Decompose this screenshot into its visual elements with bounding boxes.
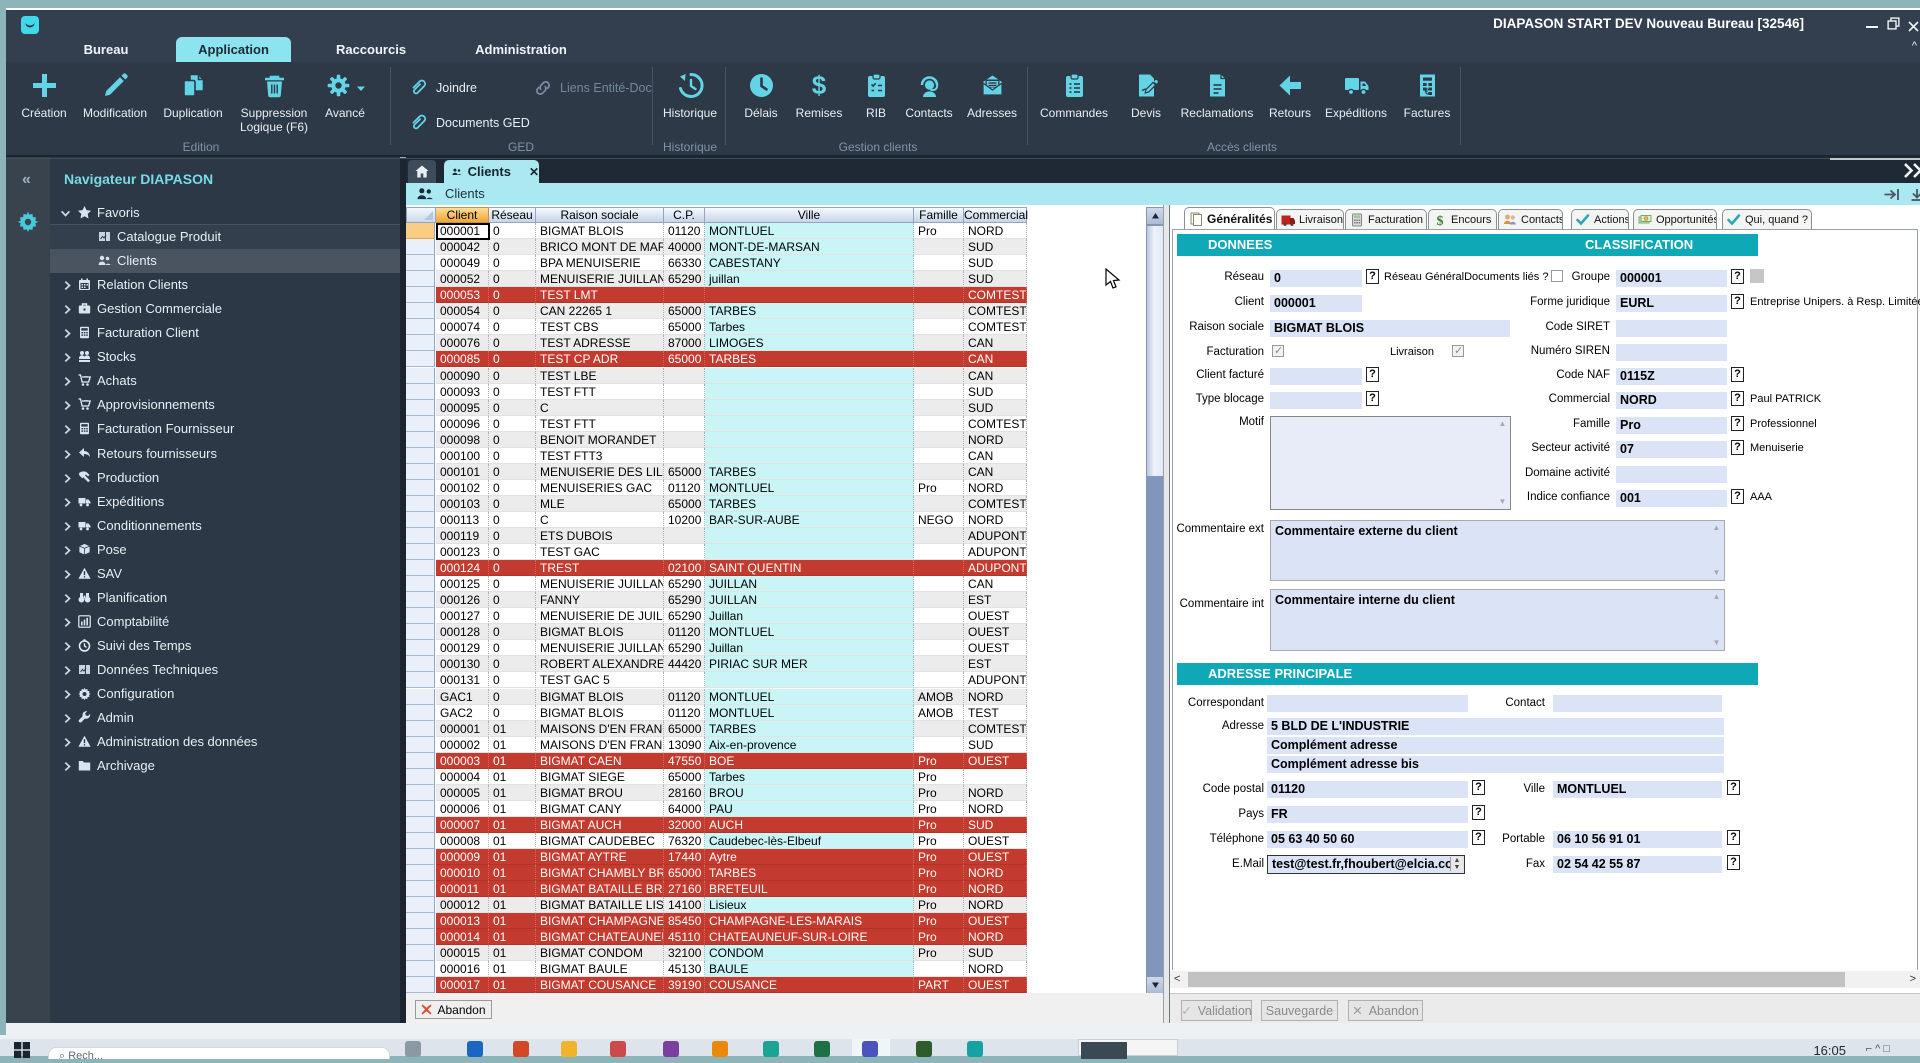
- svg-text:$: $: [811, 72, 826, 99]
- svg-text:€: €: [1424, 88, 1429, 97]
